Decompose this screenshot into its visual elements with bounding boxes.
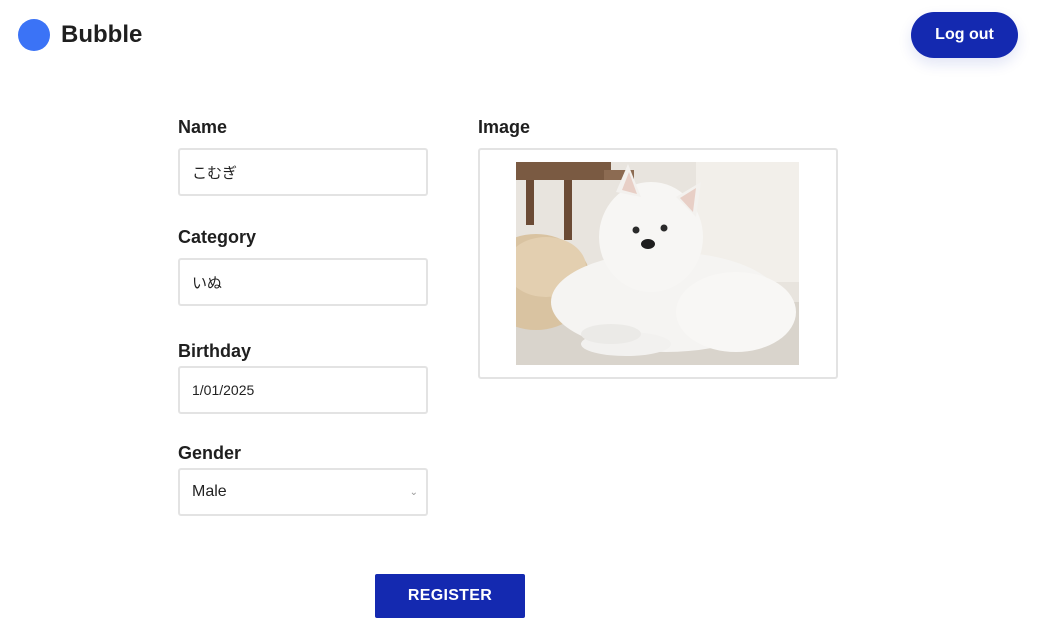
birthday-label: Birthday	[178, 341, 252, 361]
image-upload-box[interactable]	[478, 148, 838, 379]
logout-button[interactable]: Log out	[911, 12, 1018, 58]
dog-photo	[516, 162, 799, 365]
birthday-field[interactable]: 1/01/2025	[178, 366, 428, 414]
category-field[interactable]: いぬ	[178, 258, 428, 306]
name-field[interactable]: こむぎ	[178, 148, 428, 196]
name-label: Name	[178, 117, 228, 137]
gender-select[interactable]: Male ⌄	[178, 468, 428, 516]
gender-selected-value: Male	[192, 483, 227, 500]
app-header: Bubble Log out	[0, 0, 1040, 70]
chevron-down-icon: ⌄	[409, 486, 418, 498]
register-button[interactable]: REGISTER	[375, 574, 525, 618]
logo-icon	[18, 19, 50, 51]
image-label: Image	[478, 117, 531, 137]
category-label: Category	[178, 227, 257, 247]
brand-name: Bubble	[61, 21, 143, 48]
gender-label: Gender	[178, 443, 242, 463]
